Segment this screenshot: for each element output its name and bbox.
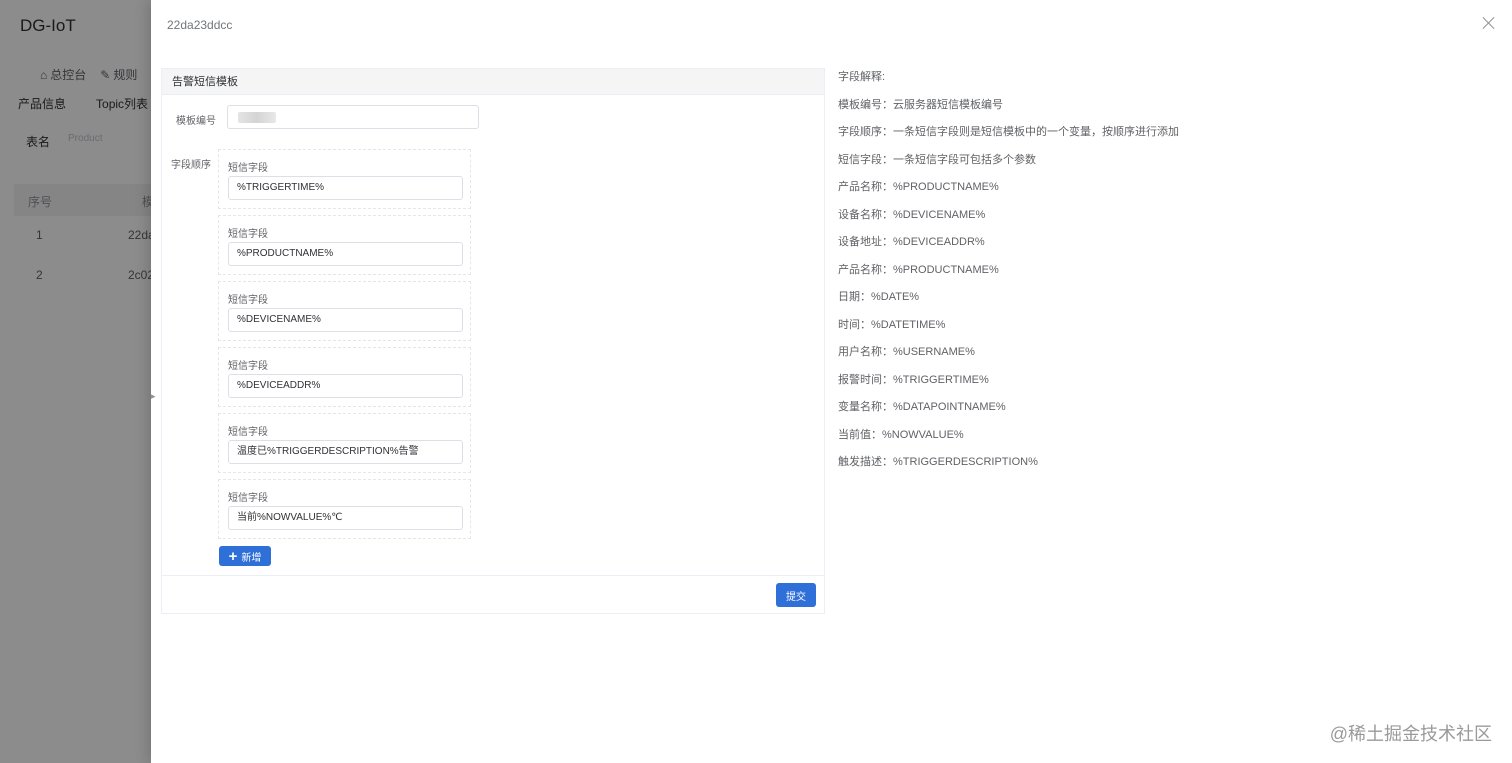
explanation-line: 模板编号：云服务器短信模板编号 [838, 98, 1003, 111]
submit-button[interactable]: 提交 [776, 583, 816, 607]
explanation-line: 变量名称：%DATAPOINTNAME% [838, 401, 1006, 413]
field-order-label: 字段顺序 [171, 160, 211, 171]
add-field-button[interactable]: + 新增 [219, 546, 271, 566]
drawer-collapse-icon[interactable]: ▸ [151, 391, 156, 402]
field-explanation: 字段解释: 模板编号：云服务器短信模板编号 字段顺序：一条短信字段则是短信模板中… [838, 70, 1179, 483]
blurred-value [238, 112, 276, 123]
explanation-line: 时间：%DATETIME% [838, 318, 946, 331]
explanation-line: 字段解释: [838, 71, 886, 83]
sms-field-item: 短信字段 当前%NOWVALUE%℃ [218, 479, 471, 539]
explanation-line: 字段顺序：一条短信字段则是短信模板中的一个变量，按顺序进行添加 [838, 126, 1179, 138]
explanation-line: 日期：%DATE% [838, 291, 920, 303]
sms-field-item: 短信字段 %DEVICENAME% [218, 281, 471, 341]
explanation-line: 触发描述：%TRIGGERDESCRIPTION% [838, 456, 1038, 468]
sms-field-item: 短信字段 %PRODUCTNAME% [218, 215, 471, 275]
card-footer: 提交 [162, 575, 824, 613]
explanation-line: 设备地址：%DEVICEADDR% [838, 236, 985, 248]
template-id-label: 模板编号 [176, 116, 216, 127]
sms-field-label: 短信字段 [228, 295, 268, 306]
sms-field-input[interactable]: 当前%NOWVALUE%℃ [228, 506, 463, 530]
explanation-line: 设备名称：%DEVICENAME% [838, 208, 986, 221]
explanation-line: 短信字段：一条短信字段可包括多个参数 [838, 153, 1036, 166]
add-field-label: 新增 [241, 552, 262, 564]
close-icon[interactable] [1482, 16, 1496, 30]
explanation-line: 用户名称：%USERNAME% [838, 346, 975, 358]
explanation-line: 报警时间：%TRIGGERTIME% [838, 373, 989, 386]
sms-field-input[interactable]: %DEVICEADDR% [228, 374, 463, 398]
plus-icon: + [228, 547, 238, 565]
sms-field-label: 短信字段 [228, 163, 268, 174]
watermark: @稀土掘金技术社区 [1329, 724, 1492, 744]
sms-field-label: 短信字段 [228, 427, 268, 438]
explanation-line: 产品名称：%PRODUCTNAME% [838, 181, 999, 193]
sms-field-input[interactable]: %DEVICENAME% [228, 308, 463, 332]
drawer-title: 22da23ddcc [167, 18, 233, 32]
sms-field-label: 短信字段 [228, 493, 268, 504]
sms-field-label: 短信字段 [228, 229, 268, 240]
sms-field-label: 短信字段 [228, 361, 268, 372]
card-title: 告警短信模板 [162, 69, 824, 95]
sms-template-card: 告警短信模板 模板编号 字段顺序 短信字段 %TRIGGERTIME% 短信字段… [161, 68, 825, 614]
sms-field-item: 短信字段 %TRIGGERTIME% [218, 149, 471, 209]
sms-field-item: 短信字段 温度已%TRIGGERDESCRIPTION%告警 [218, 413, 471, 473]
drawer-panel: 22da23ddcc ▸ 告警短信模板 模板编号 字段顺序 短信字段 %TRIG… [151, 0, 1512, 763]
sms-field-input[interactable]: %PRODUCTNAME% [228, 242, 463, 266]
sms-field-item: 短信字段 %DEVICEADDR% [218, 347, 471, 407]
sms-field-input[interactable]: 温度已%TRIGGERDESCRIPTION%告警 [228, 440, 463, 464]
explanation-line: 当前值：%NOWVALUE% [838, 428, 964, 441]
sms-field-input[interactable]: %TRIGGERTIME% [228, 176, 463, 200]
explanation-line: 产品名称：%PRODUCTNAME% [838, 263, 999, 276]
template-id-input[interactable] [227, 105, 479, 129]
